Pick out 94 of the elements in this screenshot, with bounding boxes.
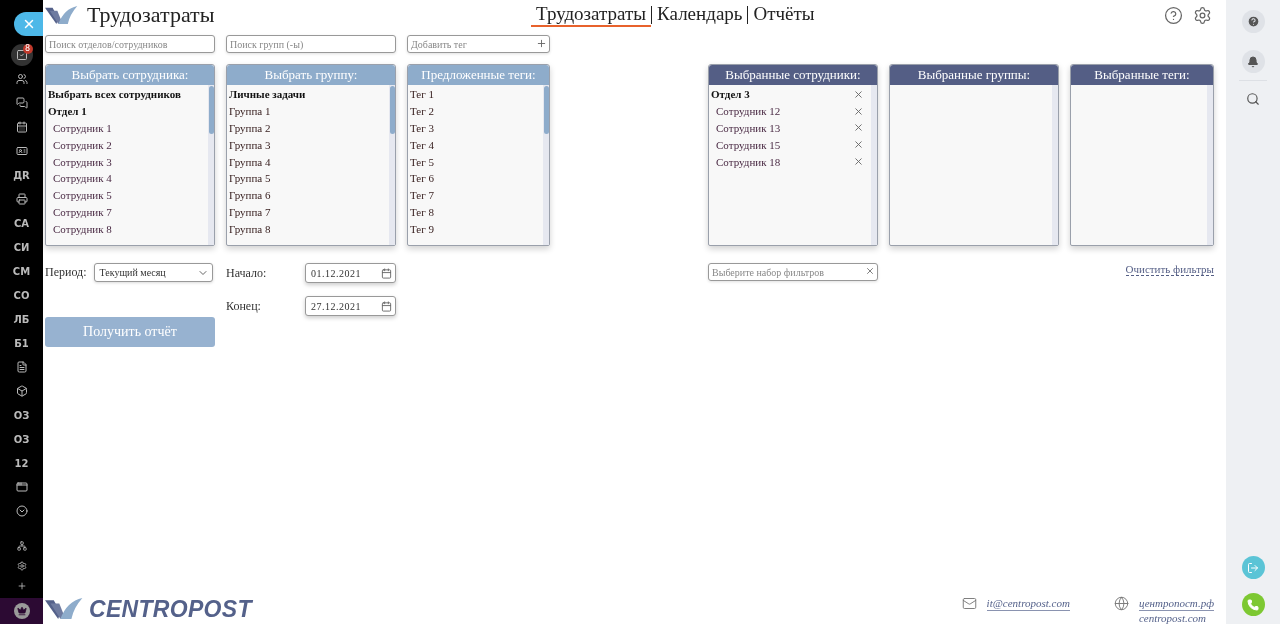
sidebar-item[interactable]: ОЗ [10, 428, 33, 450]
list-item[interactable]: Сотрудник 8 [53, 222, 112, 235]
list-item[interactable]: Группа 7 [229, 205, 271, 218]
add-icon[interactable] [536, 38, 547, 49]
settings-icon[interactable] [1193, 5, 1212, 25]
panel-title: Выбранные группы: [890, 65, 1058, 85]
list-item[interactable]: Группа 4 [229, 155, 271, 168]
count-badge: 8 [22, 44, 33, 54]
panel-title: Выбрать сотрудника: [46, 65, 214, 85]
calendar-icon [381, 267, 392, 279]
list-item[interactable]: Выбрать всех сотрудников [48, 88, 181, 101]
help-icon[interactable] [1164, 5, 1183, 25]
list-item[interactable]: Тег 9 [410, 222, 434, 235]
sidebar-item[interactable]: ЛБ [10, 308, 33, 330]
list-item[interactable]: Группа 3 [229, 138, 271, 151]
list-item[interactable]: Группа 1 [229, 105, 271, 118]
list-item[interactable]: Тег 6 [410, 172, 434, 185]
list-item[interactable]: Группа 2 [229, 122, 271, 134]
period-select[interactable]: Текущий месяц [93, 263, 213, 282]
search-field[interactable]: Поиск отделов/сотрудников [45, 35, 215, 53]
field-label: Конец: [226, 298, 261, 314]
scrollbar[interactable] [208, 85, 214, 245]
list-item[interactable]: Группа 6 [229, 189, 271, 202]
list-item[interactable]: Группа 5 [229, 172, 271, 185]
sidebar-item[interactable]: Б1 [10, 332, 33, 354]
remove-icon[interactable] [853, 122, 864, 134]
list-item[interactable]: Сотрудник 1 [53, 122, 112, 134]
sidebar-item[interactable]: ОЗ [10, 404, 33, 426]
list-item[interactable]: Сотрудник 12 [716, 105, 781, 118]
sidebar-item[interactable]: СИ [10, 236, 33, 258]
task-icon [15, 49, 28, 61]
email-link[interactable]: it@centropost.com [986, 596, 1070, 611]
help-icon[interactable] [1241, 10, 1265, 33]
panel-title: Выбранные сотрудники: [709, 65, 877, 85]
list-item[interactable]: Тег 2 [410, 105, 434, 118]
search-field[interactable]: Поиск групп (-ы) [226, 35, 396, 53]
clear-filters-link[interactable]: Очистить фильтры [1125, 263, 1214, 276]
calendar-icon [381, 300, 392, 312]
scrollbar[interactable] [1052, 85, 1058, 245]
sidebar-item[interactable]: 12 [10, 452, 33, 474]
close-button[interactable] [14, 12, 43, 36]
field-label: Начало: [226, 265, 267, 281]
clear-icon[interactable] [865, 266, 875, 276]
crown-icon [16, 606, 27, 616]
remove-icon[interactable] [853, 156, 864, 168]
remove-icon[interactable] [853, 105, 864, 117]
list-item[interactable]: Тег 3 [410, 122, 434, 134]
globe-icon [1113, 596, 1129, 611]
search-field[interactable]: Добавить тег [407, 35, 550, 53]
list-item[interactable]: Отдел 1 [48, 105, 87, 118]
list-item[interactable]: Личные задачи [229, 88, 306, 101]
date-field[interactable]: 01.12.2021 [305, 263, 396, 283]
list-item[interactable]: Тег 7 [410, 189, 434, 202]
list-item[interactable]: Тег 8 [410, 205, 434, 218]
nav-tab[interactable]: Трудозатраты [531, 3, 652, 27]
profile-button[interactable] [0, 598, 43, 624]
list-item[interactable]: Тег 4 [410, 138, 434, 151]
site-link[interactable]: centropost.com [1138, 611, 1214, 624]
list-item[interactable]: Сотрудник 15 [716, 138, 781, 151]
list-item[interactable]: Сотрудник 18 [716, 155, 781, 168]
list-item[interactable]: Сотрудник 5 [53, 189, 112, 202]
sidebar-item[interactable]: ДR [10, 164, 33, 186]
brand-logo: CENTROPOST [89, 596, 252, 623]
site-link[interactable]: центропост.рф [1138, 596, 1214, 611]
scrollbar[interactable] [389, 85, 395, 245]
remove-icon[interactable] [853, 88, 864, 100]
list-item[interactable]: Сотрудник 3 [53, 155, 112, 168]
scrollbar[interactable] [1207, 85, 1213, 245]
list-item[interactable]: Сотрудник 4 [53, 172, 112, 185]
field-label: Период: [45, 265, 87, 280]
remove-icon[interactable] [853, 139, 864, 151]
sidebar-item[interactable]: СО [10, 284, 33, 306]
filter-set-field[interactable]: Выберите набор фильтров [708, 263, 878, 281]
scrollbar[interactable] [543, 85, 549, 245]
list-item[interactable]: Тег 1 [410, 88, 434, 101]
sidebar-item[interactable]: СМ [10, 260, 33, 282]
list-item[interactable]: Группа 8 [229, 222, 271, 235]
panel-title: Предложенные теги: [408, 65, 549, 85]
panel-title: Выбрать группу: [227, 65, 395, 85]
list-item[interactable]: Отдел 3 [711, 88, 750, 101]
date-field[interactable]: 27.12.2021 [305, 296, 396, 316]
list-item[interactable]: Тег 5 [410, 155, 434, 168]
panel-title: Выбранные теги: [1071, 65, 1213, 85]
list-item[interactable]: Сотрудник 2 [53, 138, 112, 151]
bell-icon[interactable] [1241, 50, 1265, 73]
task-icon[interactable]: 8 [10, 44, 33, 66]
scrollbar[interactable] [871, 85, 877, 245]
sidebar-item[interactable]: СА [10, 212, 33, 234]
list-item[interactable]: Сотрудник 7 [53, 205, 112, 218]
nav-tab[interactable]: Отчёты [748, 3, 820, 27]
list-item[interactable]: Сотрудник 13 [716, 122, 781, 134]
mail-icon [961, 596, 977, 611]
nav-tab[interactable]: Календарь [652, 3, 748, 27]
app-title: Трудозатраты [87, 2, 215, 28]
